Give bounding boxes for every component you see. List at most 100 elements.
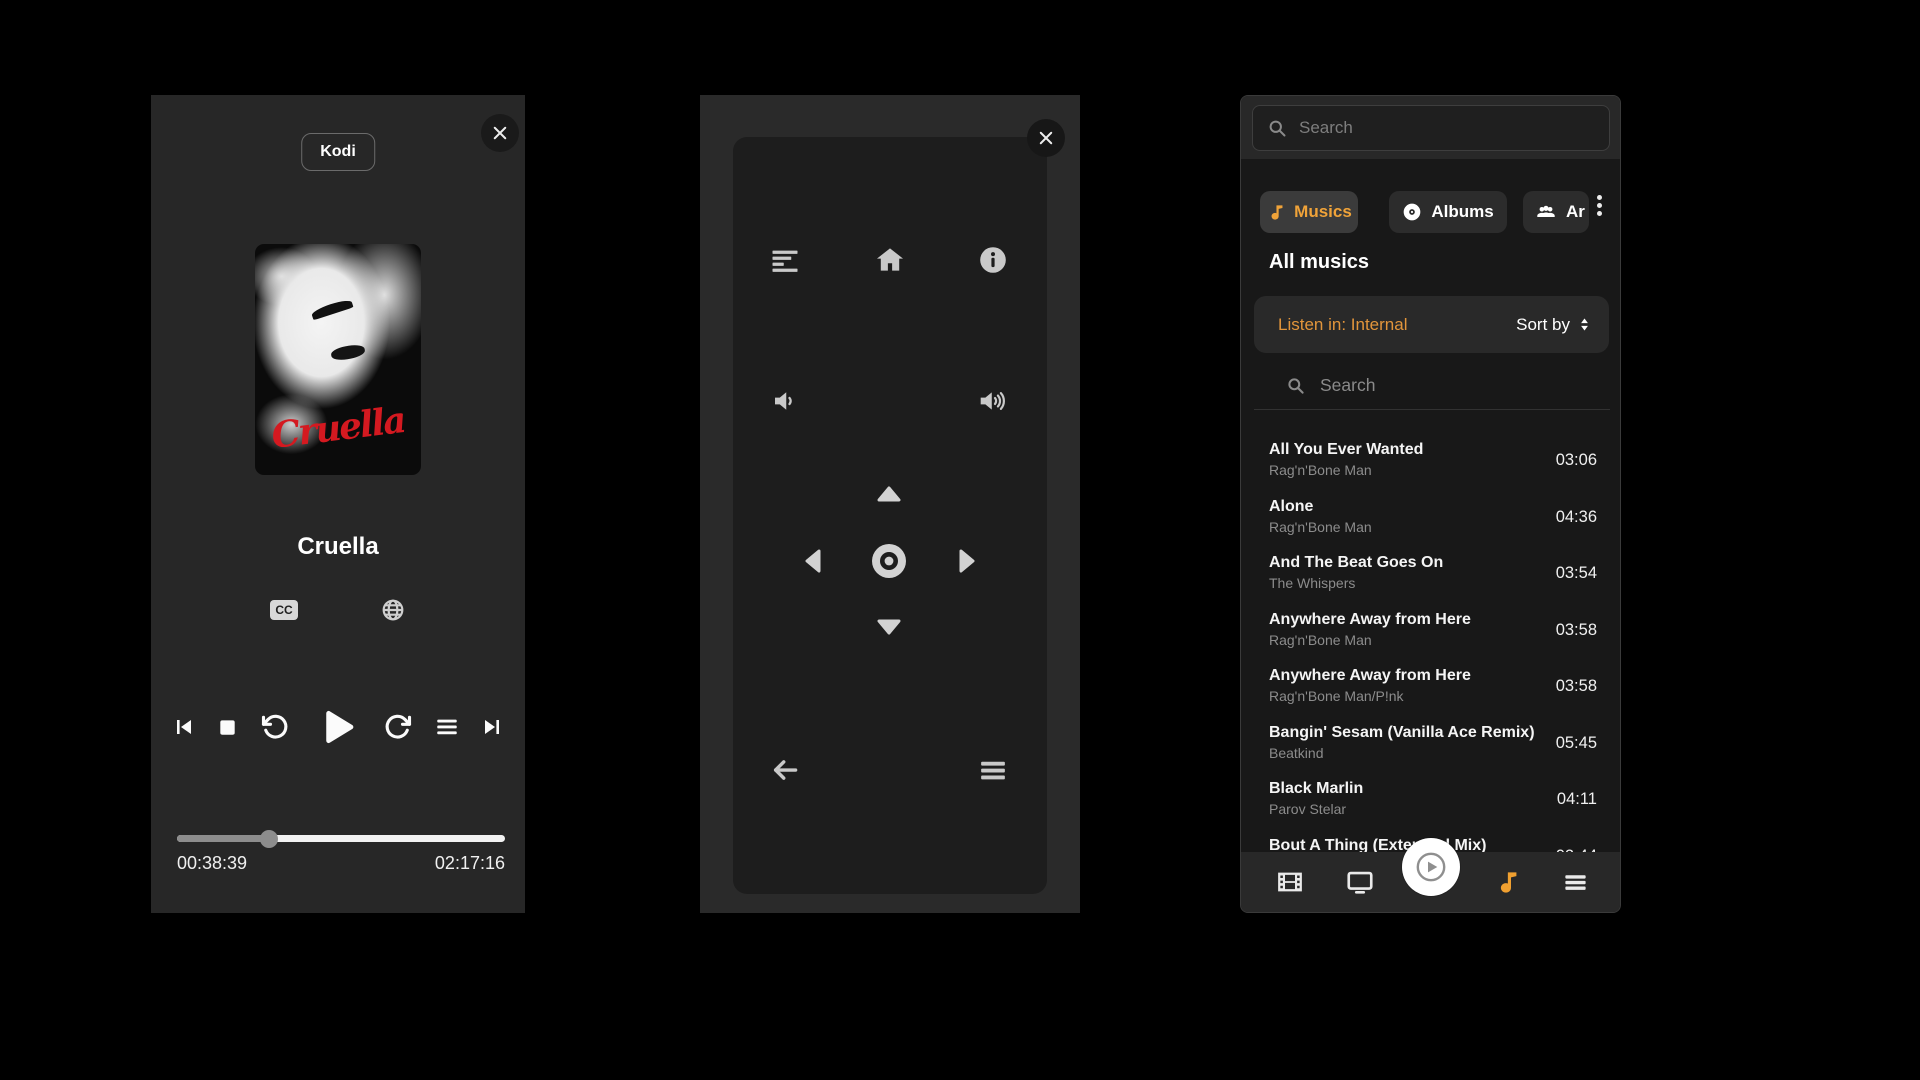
nav-more-button[interactable] <box>1553 852 1597 912</box>
song-duration: 05:45 <box>1556 724 1597 774</box>
global-search-field[interactable] <box>1252 105 1610 151</box>
song-artist: Beatkind <box>1269 745 1535 761</box>
tab-artists-label: Ar <box>1566 202 1585 222</box>
kodi-host-chip[interactable]: Kodi <box>301 133 375 171</box>
back-button[interactable] <box>763 748 807 792</box>
context-menu-button[interactable] <box>763 238 807 282</box>
tab-albums[interactable]: Albums <box>1389 191 1507 233</box>
elapsed-time: 00:38:39 <box>177 853 247 874</box>
close-player-button[interactable] <box>481 114 519 152</box>
list-item[interactable]: Anywhere Away from Here Rag'n'Bone Man/P… <box>1241 660 1620 717</box>
close-icon <box>491 124 509 142</box>
song-artist: The Whispers <box>1269 575 1443 591</box>
seek-bar-thumb[interactable] <box>260 830 278 848</box>
nav-tv-button[interactable] <box>1338 852 1382 912</box>
listen-in-selector[interactable]: Listen in: Internal <box>1278 315 1407 335</box>
poster-title-text: Cruella <box>255 397 421 459</box>
section-title: All musics <box>1269 251 1369 274</box>
song-title: And The Beat Goes On <box>1269 554 1443 572</box>
movie-poster: Cruella <box>255 244 421 475</box>
hamburger-icon <box>978 755 1008 785</box>
seek-bar[interactable] <box>177 835 505 842</box>
song-duration: 04:11 <box>1557 780 1597 830</box>
filter-placeholder: Search <box>1320 375 1375 396</box>
volume-down-button[interactable] <box>763 379 807 423</box>
remote-panel <box>700 95 1080 913</box>
list-item[interactable]: All You Ever Wanted Rag'n'Bone Man 03:06 <box>1241 434 1620 491</box>
song-title: Black Marlin <box>1269 780 1363 798</box>
song-duration: 04:36 <box>1556 498 1597 548</box>
dpad-down-button[interactable] <box>876 618 902 636</box>
library-header <box>1241 96 1620 159</box>
list-filter-field[interactable]: Search <box>1286 368 1600 402</box>
song-title: Alone <box>1269 498 1372 516</box>
song-artist: Rag'n'Bone Man <box>1269 519 1372 535</box>
library-tabs: Musics Albums Ar <box>1241 191 1620 233</box>
tv-icon <box>1345 867 1375 897</box>
dpad-up-button[interactable] <box>876 485 902 503</box>
dpad-left-button[interactable] <box>804 548 822 574</box>
music-library-panel: Musics Albums Ar All musics Listen in: <box>1240 95 1621 913</box>
play-circle-icon <box>1413 849 1449 885</box>
remote-surface <box>733 137 1047 894</box>
stop-button[interactable] <box>216 716 239 739</box>
close-remote-button[interactable] <box>1027 119 1065 157</box>
tab-albums-label: Albums <box>1431 202 1493 222</box>
dpad-right-button[interactable] <box>958 548 976 574</box>
playback-controls <box>171 699 505 755</box>
info-icon <box>977 244 1009 276</box>
song-duration: 03:58 <box>1556 667 1597 717</box>
now-playing-fab[interactable] <box>1402 838 1460 896</box>
list-item[interactable]: Bangin' Sesam (Vanilla Ace Remix) Beatki… <box>1241 717 1620 774</box>
subtitles-cc-button[interactable]: CC <box>270 600 297 620</box>
info-button[interactable] <box>971 238 1015 282</box>
list-item[interactable]: And The Beat Goes On The Whispers 03:54 <box>1241 547 1620 604</box>
list-item[interactable]: Anywhere Away from Here Rag'n'Bone Man 0… <box>1241 604 1620 661</box>
sort-arrows-icon <box>1576 316 1593 333</box>
overflow-menu-button[interactable] <box>1593 195 1605 216</box>
rewind-button[interactable] <box>260 712 290 742</box>
song-title: Bangin' Sesam (Vanilla Ace Remix) <box>1269 724 1535 742</box>
film-icon <box>1275 867 1305 897</box>
tab-musics-label: Musics <box>1294 202 1352 222</box>
volume-up-button[interactable] <box>971 379 1015 423</box>
nav-music-button[interactable] <box>1484 852 1528 912</box>
skip-next-button[interactable] <box>481 715 505 739</box>
media-title: Cruella <box>151 533 525 561</box>
menu-lines-icon <box>770 245 800 275</box>
audio-language-globe-button[interactable] <box>380 597 406 623</box>
search-icon <box>1286 376 1305 395</box>
total-time: 02:17:16 <box>435 853 505 874</box>
song-artist: Rag'n'Bone Man <box>1269 462 1423 478</box>
song-artist: Rag'n'Bone Man/P!nk <box>1269 688 1471 704</box>
globe-icon <box>380 597 406 623</box>
dpad-select-button[interactable] <box>871 543 907 579</box>
sort-by-button[interactable]: Sort by <box>1516 315 1593 335</box>
song-title: Anywhere Away from Here <box>1269 611 1471 629</box>
play-button[interactable] <box>310 701 362 753</box>
music-note-icon <box>1493 869 1520 896</box>
tab-musics[interactable]: Musics <box>1260 191 1358 233</box>
song-artist: Rag'n'Bone Man <box>1269 632 1471 648</box>
song-title: Anywhere Away from Here <box>1269 667 1471 685</box>
music-note-icon <box>1266 203 1285 222</box>
kebab-dot <box>1597 203 1602 208</box>
remote-menu-button[interactable] <box>971 748 1015 792</box>
song-duration: 03:58 <box>1556 611 1597 661</box>
home-button[interactable] <box>868 238 912 282</box>
nav-movies-button[interactable] <box>1268 852 1312 912</box>
playlist-queue-button[interactable] <box>434 714 460 740</box>
skip-previous-button[interactable] <box>171 715 195 739</box>
volume-down-icon <box>770 386 800 416</box>
song-title: All You Ever Wanted <box>1269 441 1423 459</box>
list-item[interactable]: Alone Rag'n'Bone Man 04:36 <box>1241 491 1620 548</box>
volume-up-icon <box>977 385 1009 417</box>
home-icon <box>873 243 907 277</box>
tab-artists[interactable]: Ar <box>1523 191 1589 233</box>
list-item[interactable]: Black Marlin Parov Stelar 04:11 <box>1241 773 1620 830</box>
search-icon <box>1267 118 1287 138</box>
kebab-dot <box>1597 211 1602 216</box>
search-input[interactable] <box>1299 118 1595 138</box>
fast-forward-button[interactable] <box>383 712 413 742</box>
desktop-background: Kodi Cruella Cruella CC <box>0 0 1920 1080</box>
